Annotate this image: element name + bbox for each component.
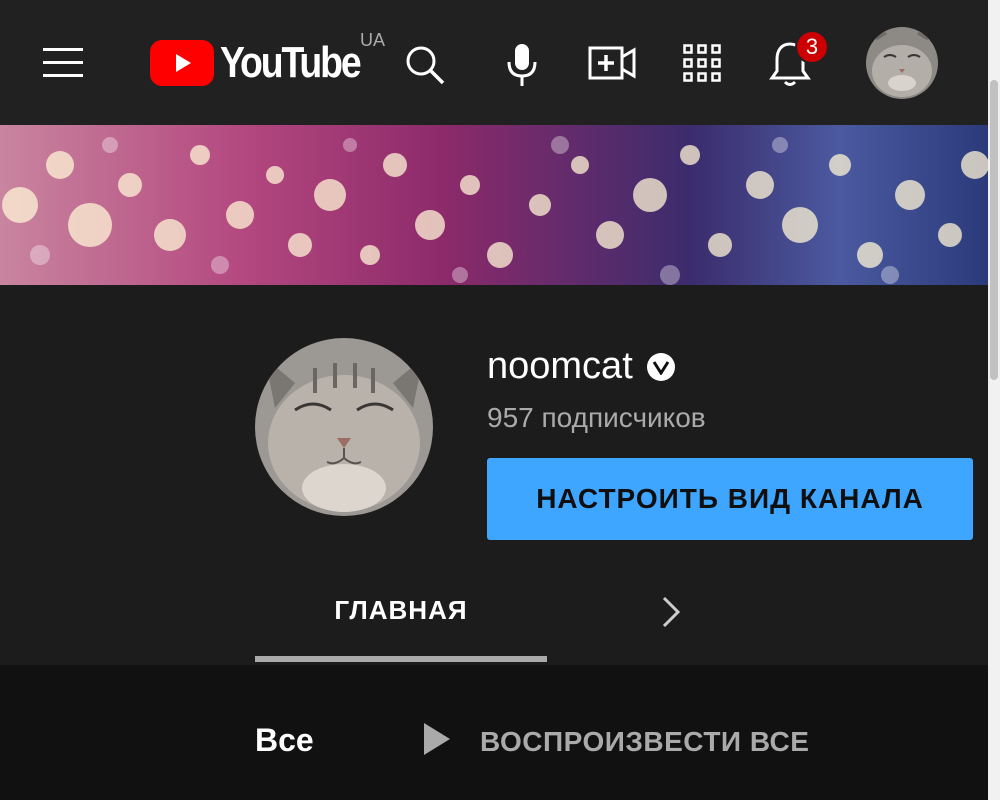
bokeh-lights <box>2 136 988 285</box>
tab-home[interactable]: ГЛАВНАЯ <box>255 585 547 635</box>
play-all-label: ВОСПРОИЗВЕСТИ ВСЕ <box>480 725 810 757</box>
filter-all[interactable]: Все <box>255 722 314 759</box>
active-tab-indicator <box>255 656 547 662</box>
channel-banner <box>0 125 988 285</box>
channel-name: noomcat <box>487 345 675 388</box>
play-all-button[interactable]: ВОСПРОИЗВЕСТИ ВСЕ <box>420 720 809 763</box>
channel-avatar[interactable] <box>255 338 433 516</box>
mic-icon[interactable] <box>497 38 547 92</box>
notification-badge: 3 <box>795 30 829 64</box>
youtube-logo[interactable]: YouTube UA <box>150 30 385 88</box>
search-icon[interactable] <box>398 38 452 92</box>
youtube-play-icon <box>150 40 214 86</box>
create-video-icon[interactable] <box>586 40 640 86</box>
menu-icon[interactable] <box>38 38 88 88</box>
verified-icon <box>646 352 675 381</box>
channel-name-text: noomcat <box>487 345 633 387</box>
chevron-right-icon[interactable] <box>652 592 688 632</box>
top-bar: YouTube UA 3 <box>0 0 988 125</box>
subscriber-count: 957 подписчиков <box>487 402 706 433</box>
scrollbar[interactable] <box>988 0 1000 800</box>
account-avatar[interactable] <box>866 27 938 99</box>
customize-channel-button[interactable]: НАСТРОИТЬ ВИД КАНАЛА <box>487 458 973 540</box>
scrollbar-thumb[interactable] <box>990 80 998 380</box>
logo-wordmark: YouTube <box>220 38 362 87</box>
play-icon <box>420 720 452 763</box>
region-label: UA <box>360 30 386 50</box>
apps-icon[interactable] <box>679 40 725 86</box>
